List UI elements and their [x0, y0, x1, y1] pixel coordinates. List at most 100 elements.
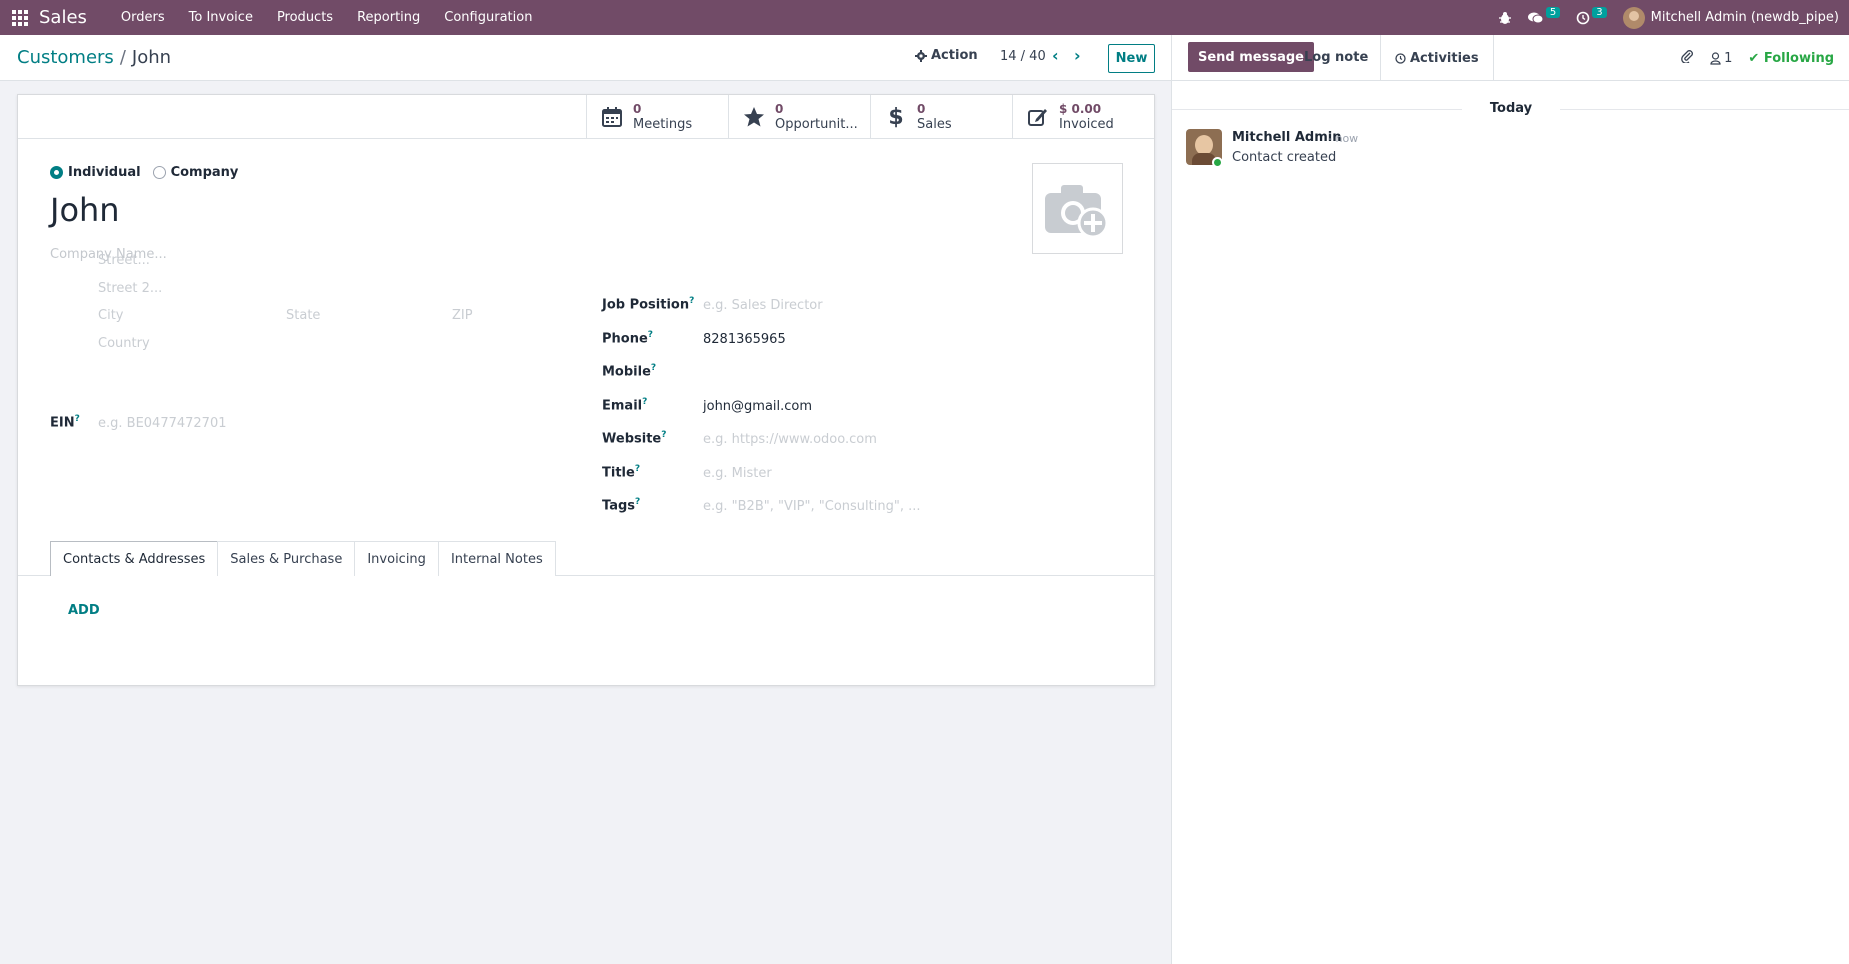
street-input[interactable]: Street... [98, 253, 150, 268]
user-avatar [1622, 6, 1645, 29]
breadcrumb-customers[interactable]: Customers [17, 47, 114, 68]
sales-count: 0 [917, 102, 926, 116]
phone-input[interactable]: 8281365965 [703, 332, 786, 347]
action-button[interactable]: Action [915, 48, 978, 63]
radio-company[interactable]: Company [152, 165, 239, 180]
tags-input[interactable]: e.g. "B2B", "VIP", "Consulting", ... [703, 499, 920, 514]
company-type-radio: Individual Company [50, 165, 238, 180]
menu-configuration[interactable]: Configuration [432, 0, 544, 35]
invoiced-amount: $ 0.00 [1059, 102, 1102, 116]
opportunities-count: 0 [775, 102, 784, 116]
activities-badge: 3 [1592, 7, 1607, 18]
pager-previous-icon[interactable]: ‹ [1052, 46, 1059, 65]
tab-invoicing[interactable]: Invoicing [354, 541, 439, 576]
city-input[interactable]: City [98, 308, 123, 323]
top-navbar: Sales Orders To Invoice Products Reporti… [0, 0, 1849, 35]
pager-next-icon[interactable]: › [1074, 46, 1081, 65]
log-note-button[interactable]: Log note [1294, 42, 1378, 72]
activities-label: Activities [1410, 50, 1479, 66]
radio-individual-label: Individual [68, 165, 141, 180]
menu-reporting[interactable]: Reporting [345, 0, 432, 35]
message-time: - now [1328, 132, 1359, 145]
mobile-input[interactable] [703, 363, 1103, 381]
tab-internal-notes[interactable]: Internal Notes [437, 541, 556, 576]
camera-add-icon [1044, 184, 1108, 238]
online-status-indicator [1212, 157, 1223, 168]
pager-value[interactable]: 14 / 40 [1000, 49, 1046, 64]
tags-label: Tags? [602, 497, 641, 514]
menu-products[interactable]: Products [265, 0, 345, 35]
debug-bug-icon[interactable] [1498, 11, 1512, 25]
messages-badge: 5 [1545, 7, 1561, 18]
ein-label: EIN? [50, 414, 80, 431]
meetings-smart-button[interactable]: 0 Meetings [586, 95, 728, 139]
breadcrumb-separator: / [119, 47, 126, 68]
mobile-label: Mobile? [602, 363, 657, 380]
meetings-count: 0 [633, 102, 642, 116]
radio-individual-dot[interactable] [50, 166, 63, 179]
apps-menu-icon[interactable] [0, 0, 40, 35]
following-button[interactable]: ✔ Following [1748, 51, 1834, 66]
job-position-input[interactable]: e.g. Sales Director [703, 298, 823, 313]
message-body: Contact created [1232, 150, 1337, 165]
partner-name-field[interactable]: John [50, 191, 120, 229]
title-select[interactable]: e.g. Mister [703, 466, 772, 481]
phone-label: Phone? [602, 330, 654, 347]
image-upload-field[interactable] [1032, 163, 1123, 254]
app-name[interactable]: Sales [39, 7, 87, 28]
user-icon [1710, 51, 1721, 65]
followers-button[interactable]: 1 [1710, 51, 1732, 66]
invoiced-label: Invoiced [1059, 117, 1114, 132]
meetings-label: Meetings [633, 117, 693, 132]
opportunities-smart-button[interactable]: 0 Opportunit... [728, 95, 870, 139]
tab-sales-purchase[interactable]: Sales & Purchase [217, 541, 356, 576]
add-contact-button[interactable]: ADD [68, 603, 100, 618]
control-panel: Customers / John Action 14 / 40 ‹ › New [0, 35, 1171, 81]
notebook-tabs: Contacts & Addresses Sales & Purchase In… [50, 541, 556, 576]
followers-count: 1 [1724, 50, 1733, 66]
activities-clock-icon[interactable]: 3 [1576, 7, 1607, 25]
website-input[interactable]: e.g. https://www.odoo.com [703, 432, 877, 447]
street2-input[interactable]: Street 2... [98, 281, 162, 296]
clock-icon [1395, 52, 1406, 64]
main-menu: Orders To Invoice Products Reporting Con… [109, 0, 545, 35]
date-separator: Today [1172, 101, 1849, 116]
calendar-icon [602, 107, 622, 127]
edit-icon [1028, 109, 1047, 126]
opportunities-label: Opportunit... [775, 117, 858, 132]
radio-individual[interactable]: Individual [50, 165, 141, 180]
chatter-panel: Send message Log note Activities 1 ✔ Fol… [1171, 35, 1849, 964]
zip-input[interactable]: ZIP [452, 308, 473, 323]
action-label: Action [931, 48, 978, 63]
star-icon [744, 107, 764, 127]
attachment-paperclip-icon[interactable] [1680, 49, 1694, 67]
radio-company-dot[interactable] [152, 166, 166, 179]
smart-button-box: 0 Meetings 0 Opportunit... $ 0 Sales $ 0.00… [18, 95, 1154, 139]
menu-to-invoice[interactable]: To Invoice [177, 0, 265, 35]
email-input[interactable]: john@gmail.com [703, 399, 812, 414]
breadcrumb-current: John [131, 47, 172, 68]
new-button[interactable]: New [1108, 44, 1155, 73]
job-position-label: Job Position? [602, 296, 695, 313]
country-select[interactable]: Country [98, 336, 150, 351]
title-label: Title? [602, 464, 641, 481]
menu-orders[interactable]: Orders [109, 0, 177, 35]
invoiced-smart-button[interactable]: $ 0.00 Invoiced [1012, 95, 1154, 139]
radio-company-label: Company [170, 165, 239, 180]
state-select[interactable]: State [286, 308, 320, 323]
website-label: Website? [602, 430, 667, 447]
email-label: Email? [602, 397, 648, 414]
user-menu[interactable]: Mitchell Admin (newdb_pipe) [1622, 6, 1839, 29]
tab-contacts-addresses[interactable]: Contacts & Addresses [50, 541, 219, 576]
message-author[interactable]: Mitchell Admin [1232, 130, 1341, 145]
chatter-topbar: Send message Log note Activities 1 ✔ Fol… [1172, 35, 1849, 81]
dollar-icon: $ [888, 104, 904, 130]
gear-icon [915, 49, 927, 62]
user-name: Mitchell Admin (newdb_pipe) [1650, 10, 1839, 25]
ein-input[interactable]: e.g. BE0477472701 [98, 416, 227, 431]
activities-button[interactable]: Activities [1380, 35, 1494, 81]
sales-smart-button[interactable]: $ 0 Sales [870, 95, 1012, 139]
following-label: Following [1763, 50, 1834, 66]
messages-icon[interactable]: 5 [1527, 7, 1561, 25]
breadcrumb: Customers / John [17, 47, 171, 68]
